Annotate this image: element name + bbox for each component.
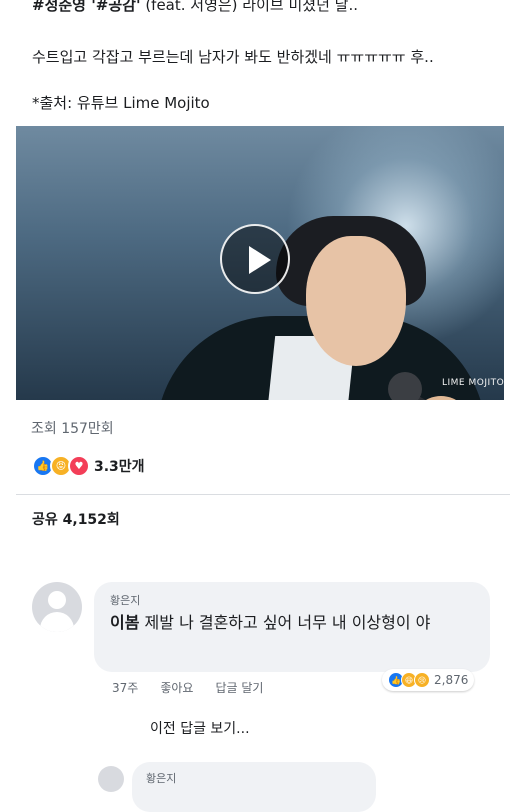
reaction-summary[interactable]: 👍 😡 ♥ 3.3만개 — [32, 455, 145, 477]
video-frame-face — [306, 236, 406, 366]
avatar-head — [48, 591, 66, 609]
share-count[interactable]: 공유 4,152회 — [32, 509, 120, 529]
post-hashtags[interactable]: #정준영 '#공감' — [32, 0, 141, 14]
comment-meta: 37주 좋아요 답글 달기 — [112, 679, 263, 696]
post-title-text: (feat. 서영은) 라이브 미쳤던 날.. — [140, 0, 358, 14]
comment-reactions[interactable]: 👍 😆 😢 2,876 — [382, 669, 475, 691]
reply-author[interactable]: 황은지 — [146, 770, 176, 786]
post-text-line1: #정준영 '#공감' (feat. 서영은) 라이브 미쳤던 날.. — [32, 0, 358, 15]
sad-icon: 😢 — [414, 672, 430, 688]
comment-mention[interactable]: 이봄 — [110, 613, 139, 632]
comment-text: 이봄 제발 나 결혼하고 싶어 너무 내 이상형이 야 — [110, 611, 482, 635]
avatar[interactable] — [32, 582, 82, 632]
comment-time: 37주 — [112, 681, 139, 695]
post-source: *출처: 유튜브 Lime Mojito — [32, 94, 210, 112]
comment-body: 제발 나 결혼하고 싶어 너무 내 이상형이 야 — [139, 613, 431, 632]
love-icon: ♥ — [68, 455, 90, 477]
comment-like-button[interactable]: 좋아요 — [160, 679, 193, 696]
reaction-count: 3.3만개 — [94, 459, 145, 475]
divider — [16, 494, 510, 495]
comment-author[interactable]: 황은지 — [110, 592, 140, 608]
view-previous-replies[interactable]: 이전 답글 보기... — [150, 718, 250, 738]
microphone-head — [388, 372, 422, 400]
video-watermark: LIME MOJITO — [442, 378, 505, 388]
avatar[interactable] — [98, 766, 124, 792]
post-text-line2: 수트입고 각잡고 부르는데 남자가 봐도 반하겠네 ㅠㅠㅠㅠㅠ 후.. — [32, 48, 434, 66]
comment-reply-button[interactable]: 답글 달기 — [215, 679, 263, 696]
play-button[interactable] — [220, 224, 290, 294]
view-count: 조회 157만회 — [31, 421, 114, 437]
comment-reaction-count: 2,876 — [434, 673, 469, 687]
play-icon — [249, 246, 271, 274]
avatar-body — [40, 612, 74, 632]
